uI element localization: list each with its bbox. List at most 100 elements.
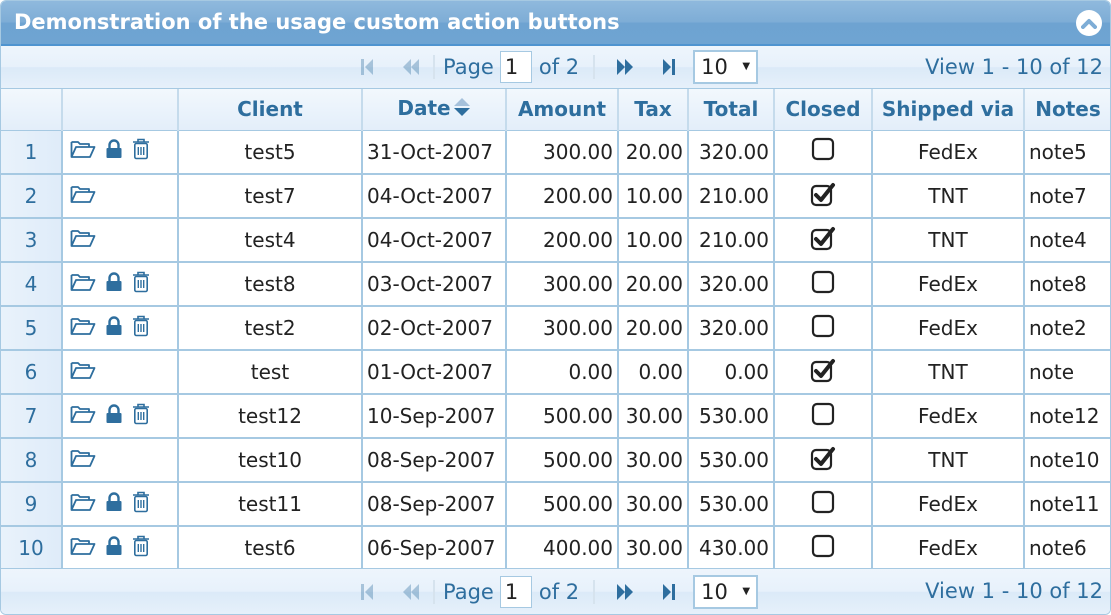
delete-row-button[interactable] bbox=[132, 138, 150, 165]
lock-icon bbox=[106, 491, 122, 511]
edit-row-button[interactable] bbox=[70, 492, 96, 517]
edit-row-button[interactable] bbox=[70, 360, 96, 385]
edit-folder-icon bbox=[70, 230, 96, 247]
cell-total: 320.00 bbox=[688, 306, 775, 351]
checkbox-unchecked[interactable] bbox=[810, 489, 836, 520]
edit-folder-icon bbox=[70, 362, 96, 379]
table-row[interactable]: 5 test2 02-Oct-2007 300.00 20.00 320.00 FedEx n… bbox=[1, 306, 1110, 351]
checkbox-checked[interactable] bbox=[809, 181, 837, 212]
checkbox-unchecked[interactable] bbox=[810, 533, 836, 564]
total-pages-label: of 2 bbox=[538, 55, 580, 79]
prev-page-button[interactable] bbox=[397, 578, 425, 606]
row-actions bbox=[62, 174, 179, 219]
view-records-info: View 1 - 10 of 12 bbox=[925, 55, 1103, 79]
next-page-button[interactable] bbox=[611, 578, 639, 606]
cell-tax: 20.00 bbox=[618, 262, 689, 307]
lock-row-button[interactable] bbox=[105, 271, 123, 297]
edit-row-button[interactable] bbox=[70, 139, 96, 164]
last-page-button[interactable] bbox=[655, 578, 683, 606]
rows-per-page-select[interactable]: 10 ▼ bbox=[693, 50, 759, 84]
header-label: Notes bbox=[1035, 97, 1101, 122]
lock-row-button[interactable] bbox=[105, 535, 123, 561]
delete-row-button[interactable] bbox=[132, 491, 150, 518]
next-page-icon bbox=[617, 59, 634, 75]
checked-box-icon bbox=[810, 226, 835, 250]
header-tax[interactable]: Tax bbox=[618, 89, 689, 131]
edit-row-button[interactable] bbox=[70, 228, 96, 253]
cell-client: test12 bbox=[178, 394, 363, 439]
checkbox-checked[interactable] bbox=[809, 445, 837, 476]
lock-row-button[interactable] bbox=[105, 139, 123, 164]
header-closed[interactable]: Closed bbox=[774, 89, 873, 131]
checkbox-unchecked[interactable] bbox=[810, 269, 836, 300]
edit-row-button[interactable] bbox=[70, 316, 96, 341]
edit-row-button[interactable] bbox=[70, 184, 96, 209]
rows-per-page-select[interactable]: 10 ▼ bbox=[693, 574, 759, 609]
grid-table: Client Date Amount Tax Total Closed Shipped vi… bbox=[1, 89, 1110, 571]
prev-page-button[interactable] bbox=[397, 53, 425, 81]
page-number-input[interactable]: 1 bbox=[499, 575, 532, 608]
checkbox-unchecked[interactable] bbox=[810, 136, 836, 167]
table-row[interactable]: 4 test8 03-Oct-2007 300.00 20.00 320.00 FedEx n… bbox=[1, 262, 1110, 307]
lock-row-button[interactable] bbox=[105, 491, 123, 517]
checkbox-checked[interactable] bbox=[809, 225, 837, 256]
edit-folder-icon bbox=[70, 186, 96, 203]
edit-row-button[interactable] bbox=[70, 448, 96, 473]
header-notes[interactable]: Notes bbox=[1024, 89, 1110, 131]
row-number: 10 bbox=[1, 526, 63, 571]
first-page-button[interactable] bbox=[353, 53, 381, 81]
delete-row-button[interactable] bbox=[132, 403, 150, 430]
delete-row-button[interactable] bbox=[132, 271, 150, 298]
table-row[interactable]: 9 test11 08-Sep-2007 500.00 30.00 530.00 FedEx… bbox=[1, 482, 1110, 527]
header-rownum bbox=[1, 89, 63, 131]
header-label: Amount bbox=[517, 97, 607, 122]
lock-row-button[interactable] bbox=[105, 403, 123, 429]
cell-tax: 30.00 bbox=[618, 526, 689, 571]
next-page-button[interactable] bbox=[611, 53, 639, 81]
delete-row-button[interactable] bbox=[132, 315, 150, 342]
table-row[interactable]: 10 test6 06-Sep-2007 400.00 30.00 430.00 FedEx… bbox=[1, 526, 1110, 571]
empty-box-icon bbox=[811, 314, 835, 337]
header-total[interactable]: Total bbox=[688, 89, 775, 131]
table-row[interactable]: 2 test7 04-Oct-2007 200.00 10.00 210.00 TNT not… bbox=[1, 174, 1110, 219]
prev-page-icon bbox=[403, 59, 419, 75]
empty-box-icon bbox=[811, 490, 835, 513]
header-ship[interactable]: Shipped via bbox=[872, 89, 1025, 131]
edit-row-button[interactable] bbox=[70, 536, 96, 561]
checked-box-icon bbox=[810, 182, 835, 206]
header-amount[interactable]: Amount bbox=[506, 89, 619, 131]
checkbox-unchecked[interactable] bbox=[810, 313, 836, 344]
cell-shipped-via: FedEx bbox=[872, 482, 1025, 527]
row-number: 1 bbox=[1, 130, 63, 175]
page-label: Page bbox=[443, 579, 494, 604]
cell-date: 31-Oct-2007 bbox=[362, 130, 507, 175]
sort-icon[interactable] bbox=[453, 96, 471, 123]
first-page-button[interactable] bbox=[353, 578, 381, 606]
cell-client: test10 bbox=[178, 438, 363, 483]
edit-row-button[interactable] bbox=[70, 404, 96, 429]
empty-box-icon bbox=[811, 534, 835, 557]
delete-row-button[interactable] bbox=[132, 535, 150, 562]
header-client[interactable]: Client bbox=[178, 89, 363, 131]
cell-client: test2 bbox=[178, 306, 363, 351]
header-label: Total bbox=[703, 97, 759, 122]
table-row[interactable]: 6 test 01-Oct-2007 0.00 0.00 0.00 TNT note bbox=[1, 350, 1110, 395]
header-date[interactable]: Date bbox=[362, 89, 507, 131]
last-page-button[interactable] bbox=[655, 53, 683, 81]
cell-closed bbox=[774, 306, 873, 351]
checkbox-unchecked[interactable] bbox=[810, 401, 836, 432]
edit-row-button[interactable] bbox=[70, 272, 96, 297]
table-row[interactable]: 3 test4 04-Oct-2007 200.00 10.00 210.00 TNT not… bbox=[1, 218, 1110, 263]
collapse-grid-button[interactable] bbox=[1076, 10, 1102, 36]
page-number-input[interactable]: 1 bbox=[499, 51, 532, 83]
edit-folder-icon bbox=[70, 317, 96, 335]
trash-icon bbox=[133, 491, 149, 512]
cell-amount: 500.00 bbox=[506, 394, 619, 439]
table-row[interactable]: 8 test10 08-Sep-2007 500.00 30.00 530.00 TNT no… bbox=[1, 438, 1110, 483]
lock-row-button[interactable] bbox=[105, 315, 123, 341]
table-row[interactable]: 1 test5 31-Oct-2007 300.00 20.00 320.00 FedEx n… bbox=[1, 130, 1110, 175]
trash-icon bbox=[133, 315, 149, 336]
table-row[interactable]: 7 test12 10-Sep-2007 500.00 30.00 530.00 FedEx… bbox=[1, 394, 1110, 439]
bottom-pager: Page 1 of 2 10 ▼ View 1 - 10 of 12 bbox=[1, 568, 1110, 614]
checkbox-checked[interactable] bbox=[809, 357, 837, 388]
